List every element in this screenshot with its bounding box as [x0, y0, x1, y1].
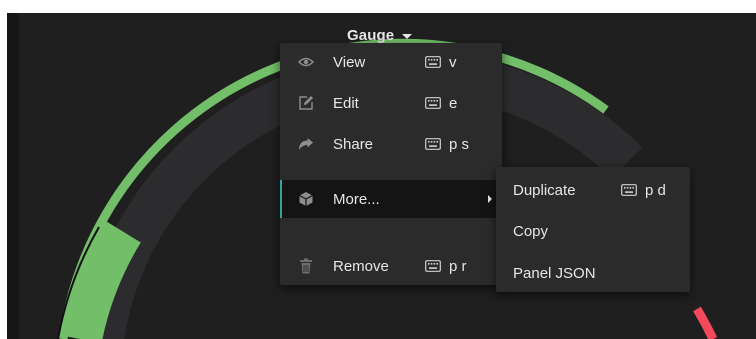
shortcut-keys: p s: [449, 135, 470, 153]
panel-context-menu: View v Edit e Share p s More... Remove p…: [280, 43, 502, 285]
submenu-item-label: Copy: [513, 222, 549, 240]
menu-item-label: Edit: [333, 94, 359, 112]
shortcut-keys: p d: [645, 181, 666, 199]
shortcut: p d: [621, 182, 666, 199]
keyboard-icon: [425, 138, 441, 150]
keyboard-icon: [425, 56, 441, 68]
shortcut: p s: [425, 136, 469, 153]
submenu-item-panel-json[interactable]: Panel JSON: [496, 254, 690, 292]
menu-item-label: Remove: [333, 257, 389, 275]
eye-icon: [298, 54, 314, 70]
shortcut: e: [425, 95, 457, 112]
menu-item-label: More...: [333, 190, 380, 208]
shortcut-keys: p r: [449, 257, 467, 275]
keyboard-icon: [425, 97, 441, 109]
submenu-item-label: Duplicate: [513, 181, 576, 199]
submenu-item-label: Panel JSON: [513, 264, 596, 282]
menu-item-remove[interactable]: Remove p r: [280, 247, 502, 285]
keyboard-icon: [425, 260, 441, 272]
menu-item-label: View: [333, 53, 366, 71]
panel-title: Gauge: [347, 27, 395, 44]
trash-icon: [298, 258, 314, 274]
submenu-item-duplicate[interactable]: Duplicate p d: [496, 171, 690, 209]
gauge-threshold-red: [693, 306, 718, 339]
menu-item-more[interactable]: More...: [280, 180, 502, 218]
share-icon: [298, 136, 314, 152]
keyboard-icon: [621, 184, 637, 196]
shortcut-keys: v: [449, 53, 457, 71]
shortcut: v: [425, 54, 457, 71]
submenu-item-copy[interactable]: Copy: [496, 212, 690, 250]
edit-icon: [298, 95, 314, 111]
chevron-right-icon: [488, 195, 492, 203]
shortcut: p r: [425, 258, 467, 275]
menu-item-label: Share: [333, 135, 374, 153]
shortcut-keys: e: [449, 94, 458, 112]
menu-item-edit[interactable]: Edit e: [280, 84, 502, 122]
cube-icon: [298, 191, 314, 207]
panel-title-menu-trigger[interactable]: Gauge: [347, 27, 413, 44]
menu-item-share[interactable]: Share p s: [280, 125, 502, 163]
more-submenu: Duplicate p d Copy Panel JSON: [496, 167, 690, 292]
chevron-down-icon: [402, 34, 413, 39]
menu-item-view[interactable]: View v: [280, 43, 502, 81]
